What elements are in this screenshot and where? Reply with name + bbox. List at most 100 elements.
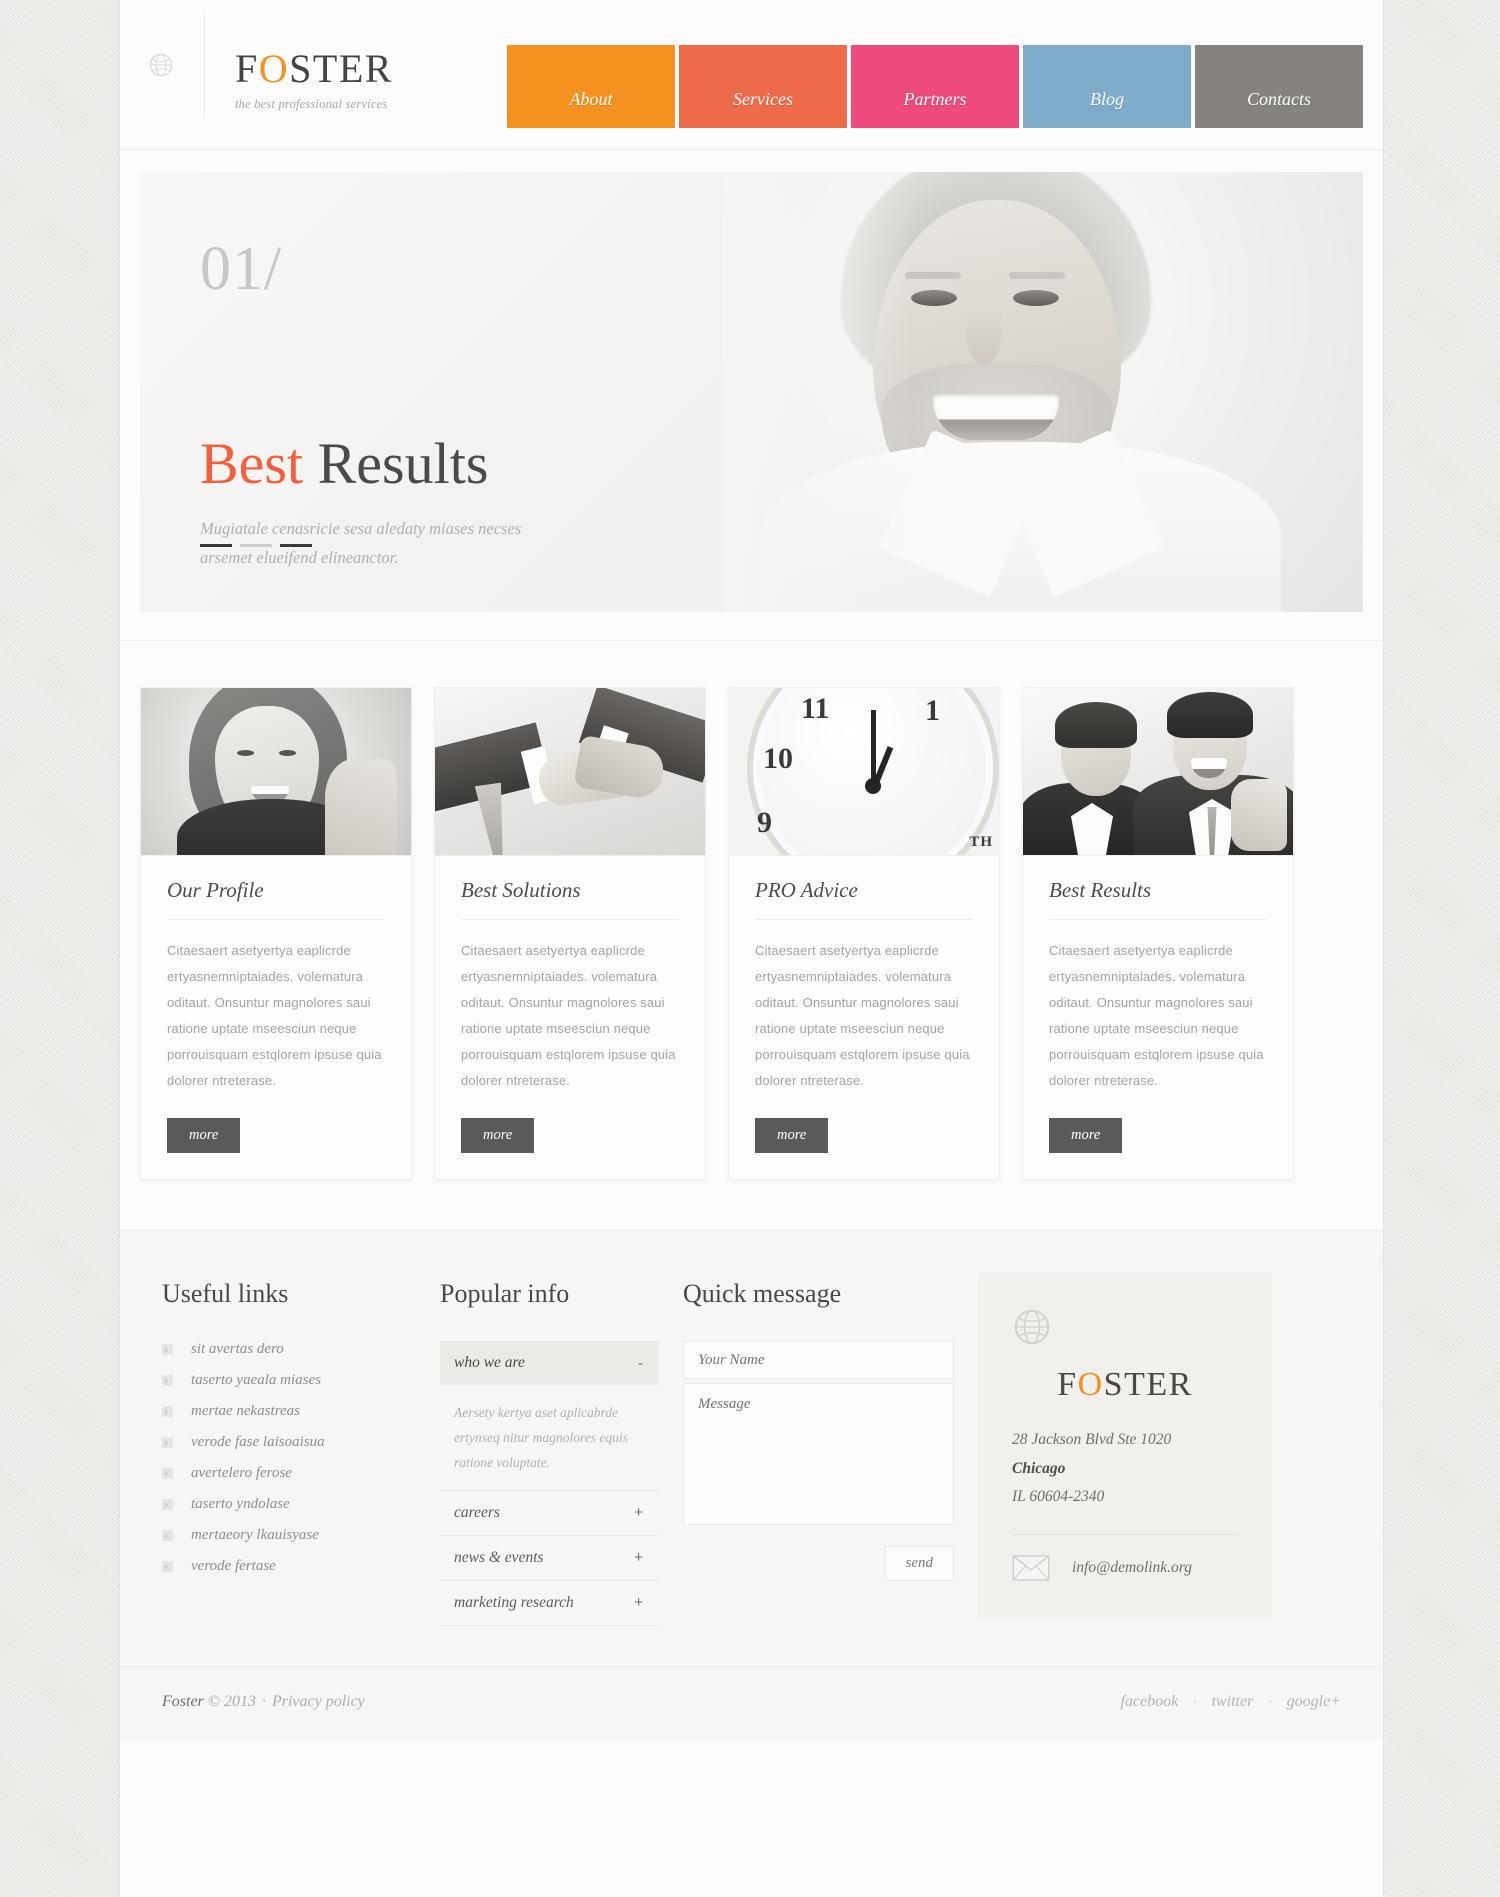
social-links: facebook · twitter · google+ xyxy=(1120,1693,1341,1711)
useful-link-item[interactable]: avertelero ferose xyxy=(162,1465,416,1482)
useful-link-item[interactable]: taserto yndolase xyxy=(162,1496,416,1513)
contact-address: 28 Jackson Blvd Ste 1020 Chicago IL 6060… xyxy=(1012,1426,1238,1512)
services-card-row: Our Profile Citaesaert asetyertya eaplic… xyxy=(140,669,1363,1180)
useful-link-item[interactable]: sit avertas dero xyxy=(162,1341,416,1358)
useful-link-label: taserto yndolase xyxy=(191,1496,290,1512)
nav-item-contacts[interactable]: Contacts xyxy=(1195,45,1363,128)
nav-item-partners[interactable]: Partners xyxy=(851,45,1019,128)
cc-logo-part-2: STER xyxy=(1103,1366,1193,1403)
card-title: Best Solutions xyxy=(461,878,679,920)
social-link-googleplus[interactable]: google+ xyxy=(1287,1693,1341,1711)
service-card[interactable]: Best Solutions Citaesaert asetyertya eap… xyxy=(434,687,706,1180)
site-header: FOSTER the best professional services Ab… xyxy=(120,0,1383,150)
card-text: Citaesaert asetyertya eaplicrde ertyasne… xyxy=(1049,943,1264,1088)
service-card[interactable]: Best Results Citaesaert asetyertya eapli… xyxy=(1022,687,1294,1180)
minus-icon: - xyxy=(638,1354,643,1372)
service-card[interactable]: Our Profile Citaesaert asetyertya eaplic… xyxy=(140,687,412,1180)
name-input[interactable] xyxy=(683,1341,954,1379)
useful-link-item[interactable]: verode fertase xyxy=(162,1558,416,1575)
useful-link-label: mertae nekastreas xyxy=(191,1403,300,1419)
globe-icon xyxy=(1014,1309,1050,1345)
accordion-label: careers xyxy=(454,1503,500,1521)
slider-page-1[interactable] xyxy=(200,544,232,547)
card-thumbnail-our-profile xyxy=(141,688,411,856)
copyright-year: © 2013 xyxy=(207,1692,256,1710)
card-thumbnail-pro-advice: 11121 109 TH xyxy=(729,688,999,856)
privacy-policy-link[interactable]: Privacy policy xyxy=(272,1693,365,1710)
card-title: Best Results xyxy=(1049,878,1267,920)
useful-link-label: taserto yaeala miases xyxy=(191,1372,321,1388)
send-button[interactable]: send xyxy=(884,1546,954,1581)
nav-label-about: About xyxy=(569,89,613,109)
contact-email-row: info@demolink.org xyxy=(1012,1555,1238,1581)
service-card[interactable]: 11121 109 TH PRO Advice Citaesaert asety… xyxy=(728,687,1000,1180)
nav-label-contacts: Contacts xyxy=(1246,89,1311,109)
arrow-bullet-icon xyxy=(162,1437,173,1448)
accordion-item-news-events: news & events + xyxy=(440,1536,659,1581)
useful-links-heading: Useful links xyxy=(162,1279,289,1308)
social-link-twitter[interactable]: twitter xyxy=(1212,1693,1254,1711)
useful-links-list: sit avertas dero taserto yaeala miases m… xyxy=(162,1341,416,1575)
envelope-icon xyxy=(1012,1555,1050,1581)
arrow-bullet-icon xyxy=(162,1561,173,1572)
copyright-separator: · xyxy=(261,1692,266,1710)
useful-link-item[interactable]: mertae nekastreas xyxy=(162,1403,416,1420)
contact-divider xyxy=(1012,1534,1238,1536)
clock-badge-text: TH xyxy=(969,834,993,850)
social-link-facebook[interactable]: facebook xyxy=(1120,1693,1178,1711)
slide-title-rest: Results xyxy=(317,431,489,496)
services-section: Our Profile Citaesaert asetyertya eaplic… xyxy=(120,640,1383,1230)
copyright-brand: Foster xyxy=(162,1692,204,1710)
card-text: Citaesaert asetyertya eaplicrde ertyasne… xyxy=(755,943,970,1088)
card-more-button[interactable]: more xyxy=(1049,1118,1123,1153)
quick-message-heading: Quick message xyxy=(683,1279,842,1308)
slider-page-2[interactable] xyxy=(240,544,272,547)
useful-link-item[interactable]: verode fase laisoaisua xyxy=(162,1434,416,1451)
slider-pagination xyxy=(200,544,312,547)
card-thumbnail-best-results xyxy=(1023,688,1293,856)
useful-link-label: mertaeory lkauisyase xyxy=(191,1527,319,1543)
card-thumbnail-best-solutions xyxy=(435,688,705,856)
main-navigation: About Services Partners Blog Contacts xyxy=(507,0,1363,128)
nav-item-about[interactable]: About xyxy=(507,45,675,128)
cc-logo-accent-letter: O xyxy=(1077,1366,1104,1403)
address-line-3: IL 60604-2340 xyxy=(1012,1488,1105,1506)
accordion-header[interactable]: marketing research + xyxy=(440,1581,659,1625)
plus-icon: + xyxy=(634,1504,643,1522)
hero-photo xyxy=(723,172,1363,612)
card-text: Citaesaert asetyertya eaplicrde ertyasne… xyxy=(461,943,676,1088)
card-title: Our Profile xyxy=(167,878,385,920)
accordion: who we are - Aersety kertya aset aplicab… xyxy=(440,1341,659,1626)
nav-item-blog[interactable]: Blog xyxy=(1023,45,1191,128)
useful-link-label: avertelero ferose xyxy=(191,1465,292,1481)
useful-link-label: verode fertase xyxy=(191,1558,276,1574)
useful-link-item[interactable]: taserto yaeala miases xyxy=(162,1372,416,1389)
useful-link-item[interactable]: mertaeory lkauisyase xyxy=(162,1527,416,1544)
footer-popular-info: Popular info who we are - Aersety kertya… xyxy=(440,1279,683,1626)
accordion-header[interactable]: who we are - xyxy=(440,1341,659,1385)
message-input[interactable] xyxy=(683,1383,954,1525)
nav-item-services[interactable]: Services xyxy=(679,45,847,128)
contact-email-link[interactable]: info@demolink.org xyxy=(1072,1559,1192,1577)
site-footer: Useful links sit avertas dero taserto ya… xyxy=(120,1230,1383,1666)
slider-page-3[interactable] xyxy=(280,544,312,547)
brand-block[interactable]: FOSTER the best professional services xyxy=(140,0,393,130)
card-title: PRO Advice xyxy=(755,878,973,920)
accordion-item-careers: careers + xyxy=(440,1491,659,1536)
globe-icon xyxy=(149,53,173,77)
arrow-bullet-icon xyxy=(162,1344,173,1355)
site-tagline: the best professional services xyxy=(235,96,388,111)
social-separator: · xyxy=(1267,1692,1273,1710)
accordion-header[interactable]: careers + xyxy=(440,1491,659,1535)
accordion-header[interactable]: news & events + xyxy=(440,1536,659,1580)
footer-useful-links: Useful links sit avertas dero taserto ya… xyxy=(140,1279,440,1626)
card-more-button[interactable]: more xyxy=(167,1118,241,1153)
social-separator: · xyxy=(1192,1692,1198,1710)
arrow-bullet-icon xyxy=(162,1530,173,1541)
logo-part-2: STER xyxy=(289,45,393,91)
contact-card-logo: FOSTER xyxy=(1012,1366,1238,1404)
accordion-label: who we are xyxy=(454,1354,525,1371)
card-more-button[interactable]: more xyxy=(755,1118,829,1153)
card-more-button[interactable]: more xyxy=(461,1118,535,1153)
popular-info-heading: Popular info xyxy=(440,1279,570,1308)
